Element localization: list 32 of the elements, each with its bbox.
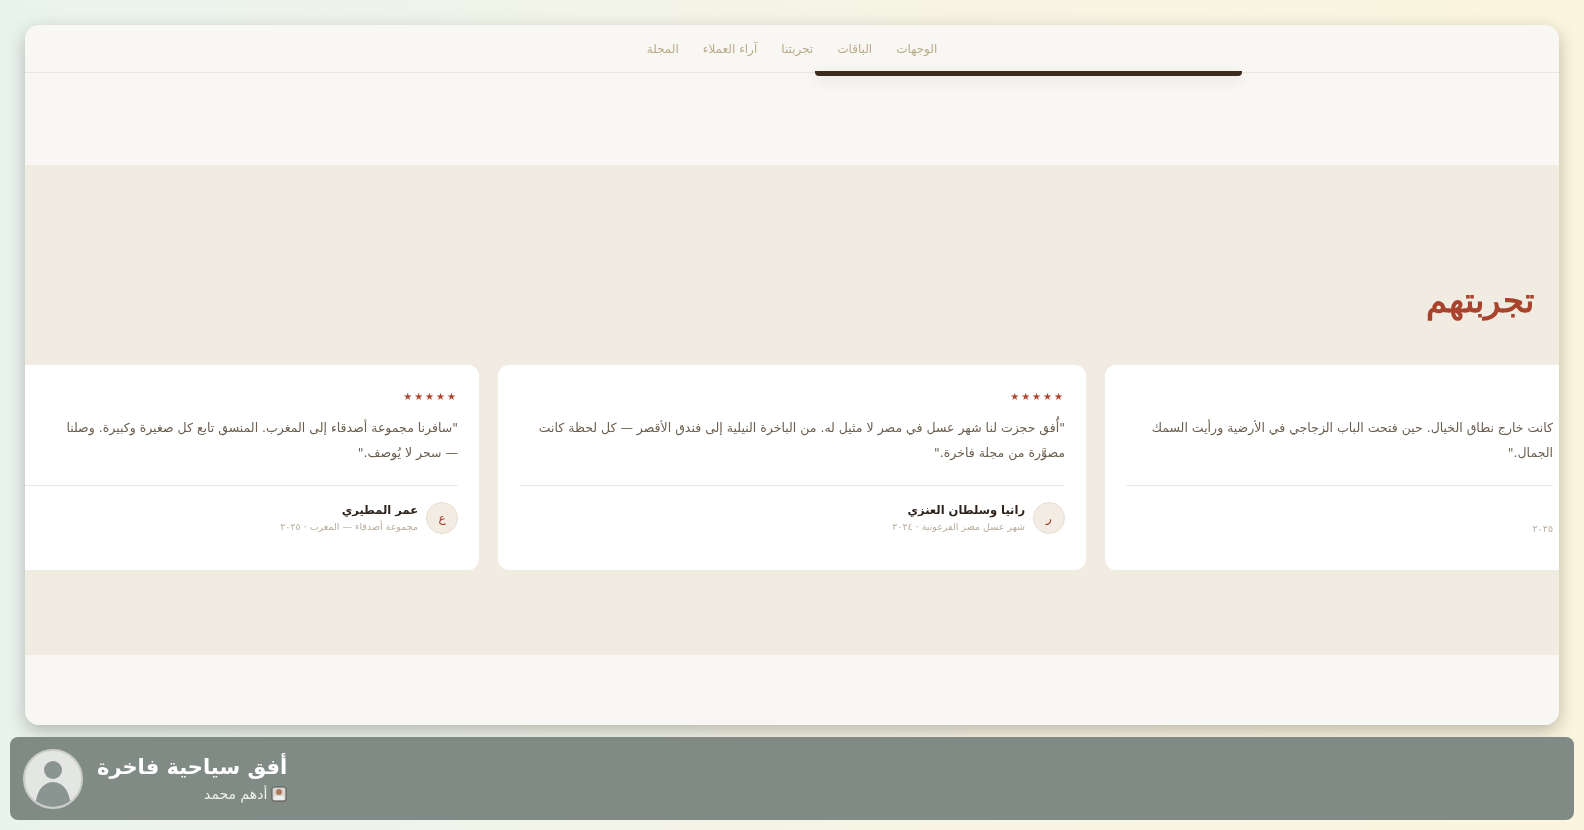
star-icon: ★ <box>403 391 415 402</box>
author-name: أدهم محمد <box>204 784 268 805</box>
quote-text: كانت خارج نطاق الخيال. حين فتحت الباب الزجاجي في الأرضية ورأيت السمك <box>1151 418 1553 438</box>
quote-text: "سافرنا مجموعة أصدقاء إلى المغرب. المنسق تابع كل صغيرة وكبيرة. وصلنا <box>66 418 458 438</box>
quote-text: مصوَّرة من مجلة فاخرة." <box>934 444 1065 463</box>
user-badge-icon <box>271 786 288 803</box>
nav-link[interactable]: الوجهات <box>896 39 938 58</box>
avatar-initial: ر <box>1033 502 1065 534</box>
star-icon: ★ <box>414 391 426 402</box>
star-icon: ★ <box>1021 391 1033 402</box>
reviewer-name: رانيا وسلطان العنزي <box>906 502 1025 520</box>
star-icon: ★ <box>425 391 437 402</box>
avatar-initial: ع <box>426 502 458 534</box>
star-icon: ★ <box>447 391 458 402</box>
section-heading: تجربتهم <box>1426 280 1534 320</box>
reviewer-name: عمر المطيري <box>340 502 418 520</box>
nav-link[interactable]: المجلة <box>646 39 679 58</box>
star-icon: ★ <box>1043 391 1055 402</box>
nav-link[interactable]: تجربتنا <box>781 39 814 58</box>
quote-text: — سحر لا يُوصف." <box>357 444 458 463</box>
project-title: أفق سياحية فاخرة <box>97 752 288 782</box>
trip-info: شهر عسل مصر الفرعونية · ٢٠٢٤ <box>892 519 1025 534</box>
star-icon: ★ <box>1032 391 1044 402</box>
star-icon: ★ <box>436 391 448 402</box>
nav-link[interactable]: آراء العملاء <box>702 39 758 58</box>
quote-text: "أُفق حجزت لنا شهر عسل في مصر لا مثيل له. من الباخرة النيلية إلى فندق الأقصر — كل لحظة كانت <box>538 416 1065 440</box>
star-icon: ★ <box>1010 391 1022 402</box>
nav-link[interactable]: الباقات <box>837 39 873 58</box>
trip-info: ٢٠٢٥ <box>1532 522 1553 536</box>
trip-info: مجموعة أصدقاء — المغرب · ٢٠٢٥ <box>280 519 418 534</box>
quote-text: الجمال." <box>1507 444 1553 462</box>
star-icon: ★ <box>1054 391 1065 402</box>
